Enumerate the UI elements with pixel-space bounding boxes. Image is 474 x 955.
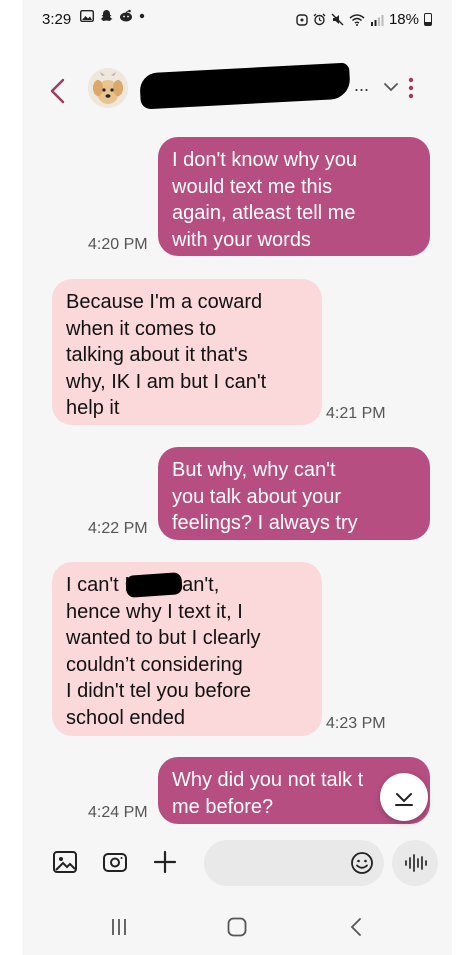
camera-icon xyxy=(103,853,127,872)
battery-percent: 18% xyxy=(388,11,419,28)
chevron-down-icon xyxy=(384,83,398,92)
home-icon xyxy=(227,917,247,937)
more-options-button[interactable] xyxy=(402,72,420,104)
alarm-icon xyxy=(296,14,308,26)
home-button[interactable] xyxy=(222,914,252,940)
message-timestamp: 4:24 PM xyxy=(88,804,148,821)
recents-icon xyxy=(112,919,126,935)
plus-icon xyxy=(153,850,177,874)
voice-icon xyxy=(405,854,427,872)
message-timestamp: 4:23 PM xyxy=(326,715,386,732)
gallery-icon xyxy=(80,9,94,22)
message-text: But why, why can't you talk about your f… xyxy=(172,459,358,534)
nav-back-button[interactable] xyxy=(342,914,372,940)
messaging-screen: 3:29 18% ... I don't know why you would … xyxy=(22,0,452,955)
alarm-clock-icon xyxy=(313,13,326,26)
kebab-menu-icon xyxy=(408,77,414,99)
message-bubble-sent[interactable]: I don't know why you would text me this … xyxy=(158,137,430,256)
recents-button[interactable] xyxy=(104,914,134,940)
emoji-icon xyxy=(351,852,373,874)
camera-button[interactable] xyxy=(102,849,128,875)
add-attachment-button[interactable] xyxy=(152,849,178,875)
back-icon xyxy=(350,918,361,936)
voice-message-button[interactable] xyxy=(392,840,438,886)
conversation-header: ... xyxy=(22,62,452,118)
message-text: I can't I just can't, hence why I text i… xyxy=(66,574,261,729)
notification-icons xyxy=(80,9,145,22)
system-navigation-bar xyxy=(22,900,452,955)
message-input[interactable] xyxy=(220,840,354,888)
arrow-down-icon xyxy=(395,793,413,806)
message-input-container xyxy=(204,840,384,888)
contact-avatar[interactable] xyxy=(88,68,128,108)
gallery-icon xyxy=(53,851,77,873)
emoji-button[interactable] xyxy=(350,851,374,875)
message-text: Because I'm a coward when it comes to ta… xyxy=(66,291,267,419)
system-status-icons: 18% xyxy=(296,11,432,28)
message-text: I don't know why you would text me this … xyxy=(172,149,358,251)
back-button[interactable] xyxy=(42,74,76,108)
message-timestamp: 4:21 PM xyxy=(326,405,386,422)
signal-icon xyxy=(370,14,384,26)
expand-header-button[interactable] xyxy=(380,76,402,98)
dot-icon xyxy=(139,13,145,18)
snapchat-icon xyxy=(100,10,113,21)
status-bar: 3:29 18% xyxy=(22,0,452,40)
redaction-mark xyxy=(139,62,351,110)
message-bubble-received[interactable]: Because I'm a coward when it comes to ta… xyxy=(52,279,322,425)
name-ellipsis: ... xyxy=(354,75,370,95)
wifi-icon xyxy=(349,13,365,26)
scroll-to-bottom-button[interactable] xyxy=(380,773,428,821)
message-timestamp: 4:20 PM xyxy=(88,236,148,253)
attach-image-button[interactable] xyxy=(52,849,78,875)
status-time: 3:29 xyxy=(42,11,72,28)
message-bubble-sent[interactable]: But why, why can't you talk about your f… xyxy=(158,447,430,540)
redaction-mark xyxy=(125,572,183,598)
mute-icon xyxy=(331,13,344,26)
message-timestamp: 4:22 PM xyxy=(88,520,148,537)
battery-icon xyxy=(424,13,432,26)
dog-avatar-icon xyxy=(88,68,128,108)
back-arrow-icon xyxy=(50,78,65,104)
message-bubble-received[interactable]: I can't I just can't, hence why I text i… xyxy=(52,562,322,736)
reddit-icon xyxy=(120,9,132,22)
